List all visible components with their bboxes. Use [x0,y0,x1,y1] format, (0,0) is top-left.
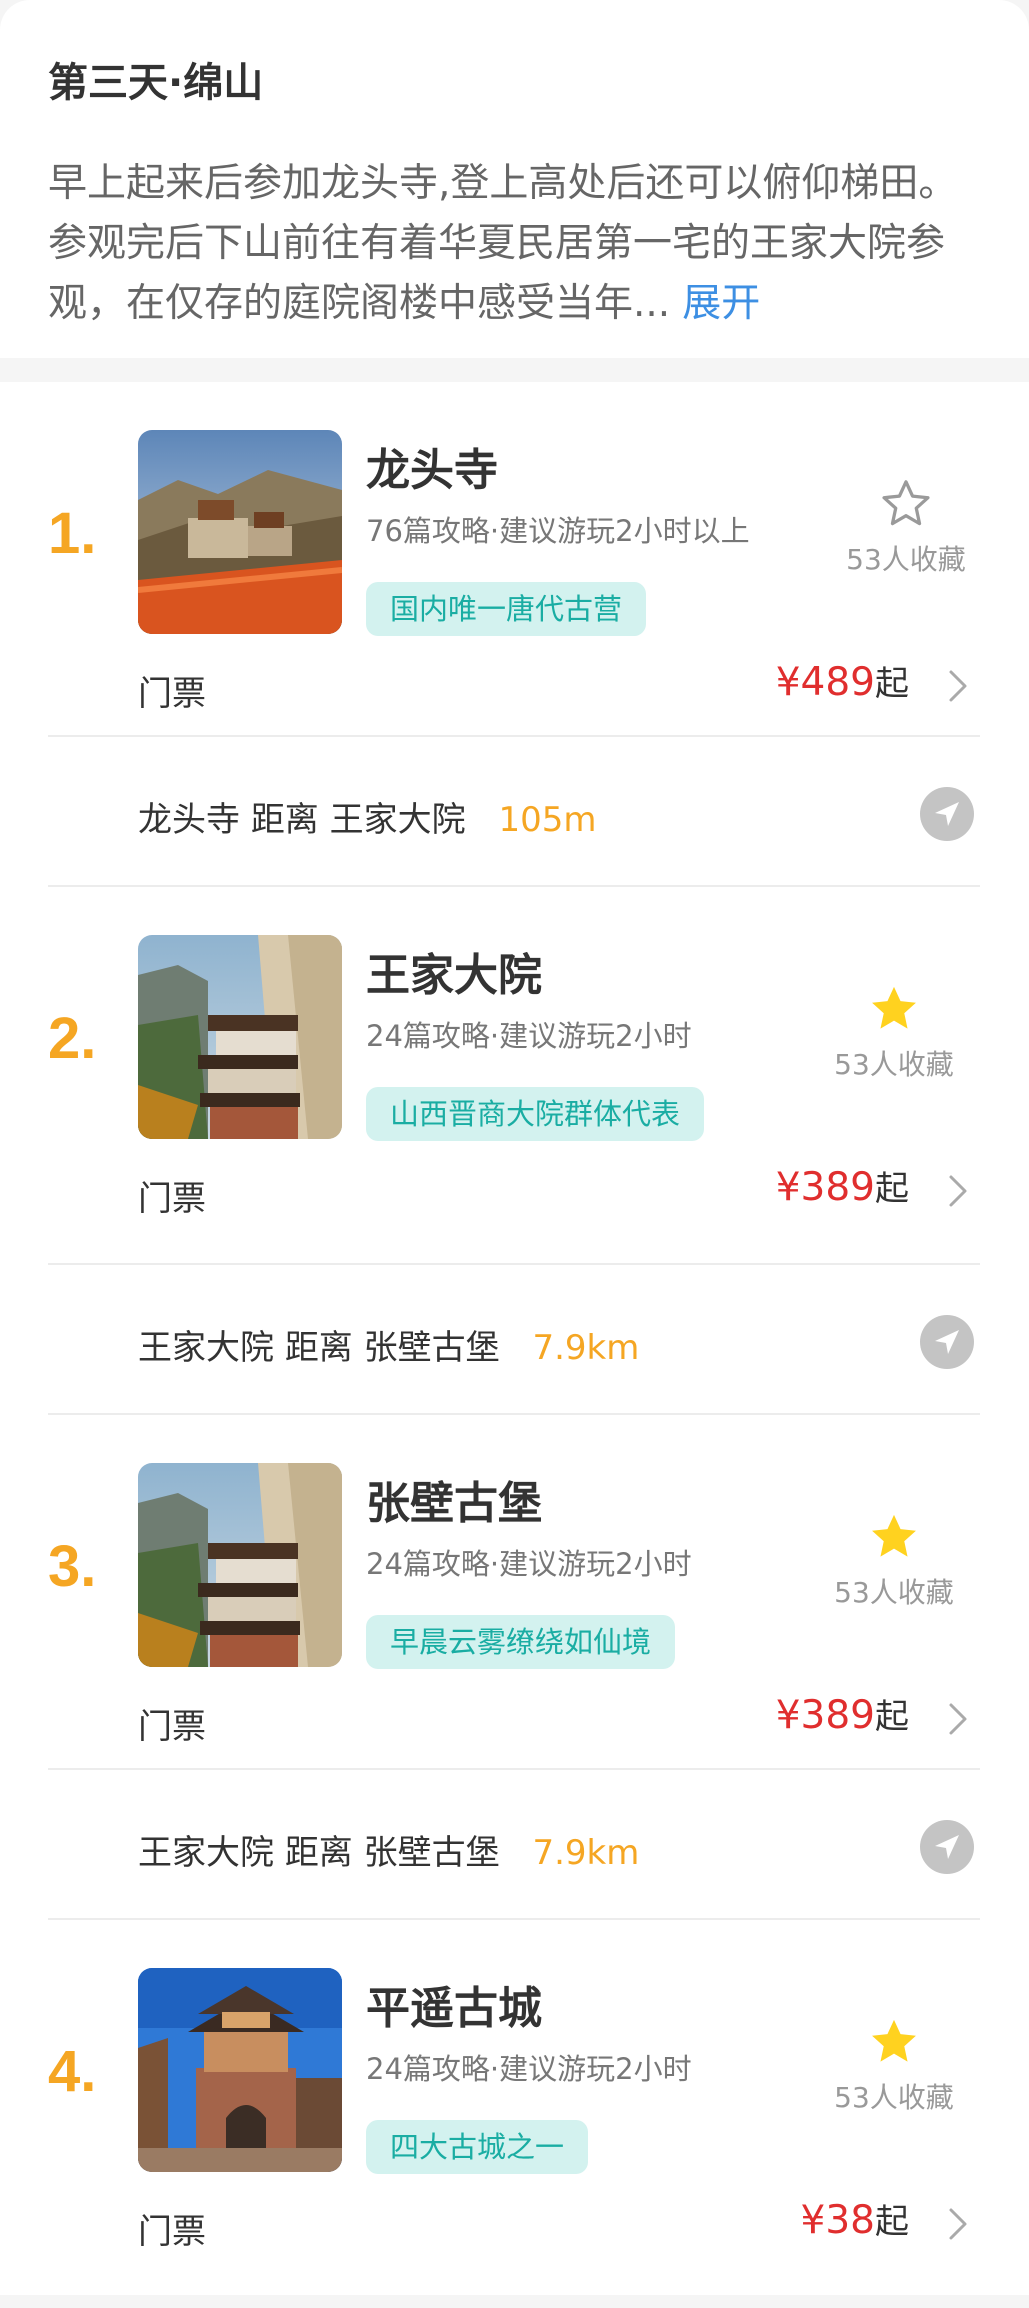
favorite-button[interactable]: 53人收藏 [819,2014,969,2116]
spot-tag: 国内唯一唐代古营 [366,582,647,636]
spot-meta: 24篇攻略·建议游玩2小时 [366,2052,692,2086]
spot-tag: 早晨云雾缭绕如仙境 [366,1615,676,1669]
expand-link[interactable]: 展开 [682,281,760,326]
favorite-button[interactable]: 53人收藏 [819,981,969,1083]
distance-to: 王家大院 [329,800,466,840]
distance-label: 距离 [284,1328,353,1368]
divider [48,1918,980,1920]
divider [48,1768,980,1770]
spot-item[interactable]: 3. 张壁古堡 24篇攻略·建议游玩2小时 早晨云雾缭绕如仙境 53人收藏 门票… [0,1463,1029,1803]
ticket-price[interactable]: ¥389起 [776,1689,909,1738]
divider [48,1263,980,1265]
spot-thumbnail[interactable] [138,935,342,1139]
price-suffix: 起 [875,2202,909,2242]
spot-tag: 四大古城之一 [366,2120,589,2174]
itinerary-page: 第三天·绵山 早上起来后参加龙头寺,登上高处后还可以俯仰梯田。参观完后下山前往有… [0,0,1029,2295]
spot-thumbnail[interactable] [138,1463,342,1667]
spot-meta: 24篇攻略·建议游玩2小时 [366,1019,692,1053]
distance-value: 7.9km [532,1328,640,1368]
favorite-button[interactable]: 53人收藏 [819,1509,969,1611]
navigate-icon[interactable] [919,1819,975,1875]
price-value: ¥489 [775,660,875,705]
ticket-label: 门票 [138,1179,206,1219]
distance-from: 龙头寺 [138,800,240,840]
distance-value: 105m [498,800,597,840]
favorite-button[interactable]: 53人收藏 [831,476,981,578]
spot-name[interactable]: 平遥古城 [366,1972,542,2036]
distance-text: 王家大院 距离 张壁古堡 7.9km [138,1320,639,1369]
spot-index: 2. [48,1006,97,1071]
price-suffix: 起 [875,664,909,704]
price-value: ¥389 [775,1693,875,1738]
price-value: ¥389 [775,1165,875,1210]
day-description: 早上起来后参加龙头寺,登上高处后还可以俯仰梯田。参观完后下山前往有着华夏民居第一… [48,154,988,334]
star-filled-icon [866,2014,922,2070]
spot-index: 4. [48,2039,97,2104]
spot-thumbnail[interactable] [138,1968,342,2172]
star-filled-icon [866,981,922,1037]
distance-from: 王家大院 [138,1328,274,1368]
favorite-count: 53人收藏 [834,1576,954,1609]
spot-index: 3. [48,1534,97,1599]
price-suffix: 起 [875,1697,909,1737]
spot-thumbnail[interactable] [138,430,342,634]
spot-item[interactable]: 2. 王家大院 24篇攻略·建议游玩2小时 山西晋商大院群体代表 53人收藏 门… [0,935,1029,1275]
ticket-label: 门票 [138,2212,206,2252]
navigate-icon[interactable] [919,786,975,842]
day-summary-card: 第三天·绵山 早上起来后参加龙头寺,登上高处后还可以俯仰梯田。参观完后下山前往有… [0,0,1029,358]
day-title: 第三天·绵山 [48,60,264,106]
spot-name[interactable]: 龙头寺 [366,434,498,498]
star-outline-icon [878,476,934,532]
ticket-price[interactable]: ¥389起 [776,1161,909,1210]
day-description-text: 早上起来后参加龙头寺,登上高处后还可以俯仰梯田。参观完后下山前往有着华夏民居第一… [48,161,958,326]
distance-text: 王家大院 距离 张壁古堡 7.9km [138,1825,639,1874]
price-suffix: 起 [875,1169,909,1209]
spot-meta: 76篇攻略·建议游玩2小时以上 [366,514,750,548]
distance-text: 龙头寺 距离 王家大院 105m [138,792,596,841]
star-filled-icon [866,1509,922,1565]
divider [48,1413,980,1415]
distance-to: 张壁古堡 [363,1328,500,1368]
ticket-price[interactable]: ¥38起 [801,2194,909,2243]
distance-row: 王家大院 距离 张壁古堡 7.9km [0,1266,1029,1414]
price-value: ¥38 [800,2198,875,2243]
distance-label: 距离 [250,800,319,840]
spot-item[interactable]: 4. 平遥古城 24篇攻略·建议游玩2小时 四大古城之一 53人收藏 门票 ¥3… [0,1968,1029,2308]
distance-value: 7.9km [532,1833,640,1873]
spot-item[interactable]: 1. 龙头寺 76篇攻略·建议游玩2小时以上 国内唯一唐代古营 53人收藏 门票… [0,430,1029,770]
distance-row: 龙头寺 距离 王家大院 105m [0,738,1029,886]
favorite-count: 53人收藏 [834,1048,954,1081]
spot-list: 1. 龙头寺 76篇攻略·建议游玩2小时以上 国内唯一唐代古营 53人收藏 门票… [0,382,1029,2295]
chevron-right-icon[interactable] [945,2206,971,2242]
ticket-price[interactable]: ¥489起 [776,656,909,705]
distance-from: 王家大院 [138,1833,274,1873]
chevron-right-icon[interactable] [945,1701,971,1737]
distance-row: 王家大院 距离 张壁古堡 7.9km [0,1771,1029,1919]
favorite-count: 53人收藏 [834,2081,954,2114]
ticket-label: 门票 [138,1707,206,1747]
navigate-icon[interactable] [919,1314,975,1370]
divider [48,885,980,887]
distance-to: 张壁古堡 [363,1833,500,1873]
spot-name[interactable]: 王家大院 [366,939,542,1003]
spot-index: 1. [48,501,97,566]
spot-tag: 山西晋商大院群体代表 [366,1087,705,1141]
chevron-right-icon[interactable] [945,668,971,704]
chevron-right-icon[interactable] [945,1173,971,1209]
spot-meta: 24篇攻略·建议游玩2小时 [366,1547,692,1581]
divider [48,735,980,737]
spot-name[interactable]: 张壁古堡 [366,1467,542,1531]
ticket-label: 门票 [138,674,206,714]
favorite-count: 53人收藏 [846,543,966,576]
distance-label: 距离 [284,1833,353,1873]
